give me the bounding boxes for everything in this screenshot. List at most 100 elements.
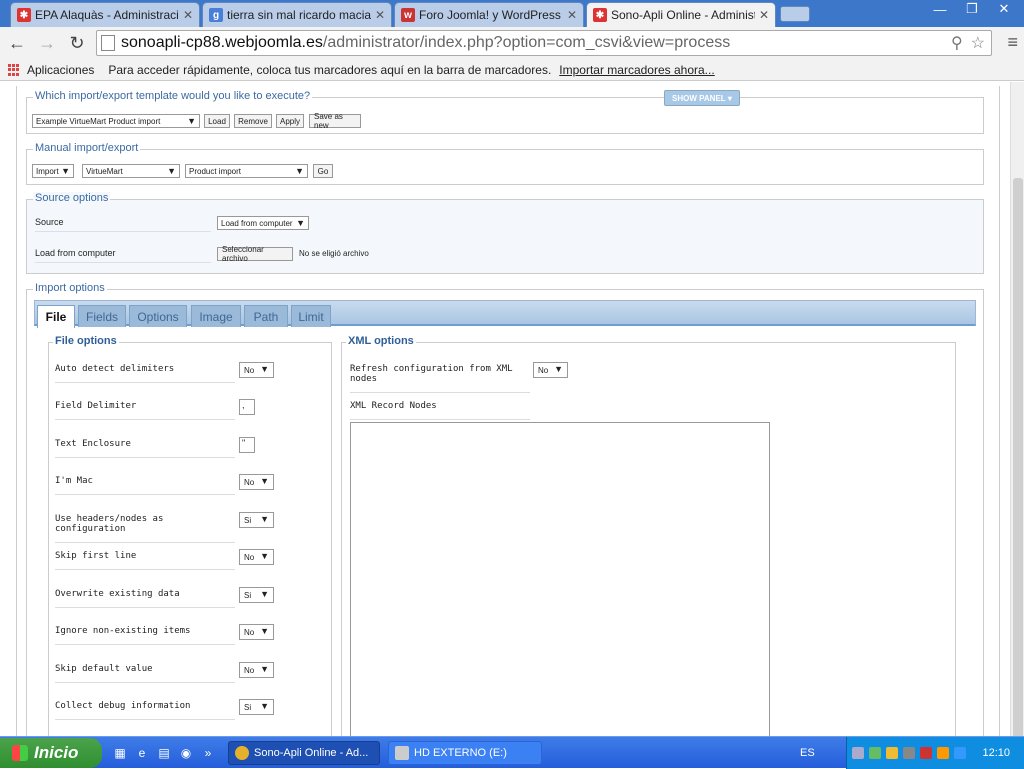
back-icon[interactable]: ← <box>4 31 30 57</box>
forward-icon[interactable]: → <box>34 31 60 57</box>
apply-button[interactable]: Apply <box>276 114 304 128</box>
show-panel-label: SHOW PANEL <box>672 93 726 103</box>
browser-tab-1[interactable]: ✱ EPA Alaquàs - Administración ✕ <box>10 2 200 27</box>
close-icon[interactable]: ✕ <box>567 8 577 22</box>
address-bar[interactable]: sonoapli-cp88.webjoomla.es /administrato… <box>96 30 992 56</box>
select-value: No <box>244 552 255 562</box>
record-nodes-label: XML Record Nodes <box>350 401 530 420</box>
start-button[interactable]: Inicio <box>0 738 102 768</box>
task-label: HD EXTERNO (E:) <box>414 747 507 759</box>
tab-title: Sono-Apli Online - Administra <box>611 8 755 22</box>
new-tab-button[interactable] <box>780 6 810 22</box>
chevron-down-icon: ▼ <box>260 664 269 674</box>
tab-limit[interactable]: Limit <box>291 305 331 327</box>
select-value: No <box>244 477 255 487</box>
menu-icon[interactable]: ≡ <box>1007 32 1018 53</box>
reload-icon[interactable]: ↻ <box>64 31 90 57</box>
ie-icon[interactable]: e <box>134 745 150 761</box>
row-label: Text Enclosure <box>55 439 235 458</box>
shield-icon[interactable] <box>886 747 898 759</box>
search-icon[interactable]: ⚲ <box>951 33 963 53</box>
browser-tab-4[interactable]: ✱ Sono-Apli Online - Administra ✕ <box>586 2 776 27</box>
antivirus-icon[interactable] <box>937 747 949 759</box>
select-value: No <box>244 627 255 637</box>
import-bookmarks-link[interactable]: Importar marcadores ahora... <box>559 63 714 77</box>
browser-tab-3[interactable]: w Foro Joomla! y WordPress :: ✕ <box>394 2 584 27</box>
remove-button[interactable]: Remove <box>234 114 272 128</box>
collect-debug-select[interactable]: Si ▼ <box>239 699 274 715</box>
page-icon <box>101 35 115 51</box>
tab-file[interactable]: File <box>37 305 75 328</box>
scrollbar-thumb[interactable] <box>1013 178 1023 738</box>
chrome-icon <box>235 746 249 760</box>
import-tabs: File Fields Options Image Path Limit <box>34 300 976 328</box>
page-scrollbar[interactable] <box>1010 82 1024 738</box>
joomla-icon: ✱ <box>593 8 607 22</box>
show-panel-button[interactable]: SHOW PANEL ▾ <box>664 90 740 106</box>
language-indicator[interactable]: ES <box>800 747 815 759</box>
joomla-icon: ✱ <box>17 8 31 22</box>
browser-tab-2[interactable]: g tierra sin mal ricardo macian ✕ <box>202 2 392 27</box>
update-icon[interactable] <box>903 747 915 759</box>
bookmarks-bar: Aplicaciones Para acceder rápidamente, c… <box>0 60 1024 81</box>
row-label: Ignore non-existing items <box>55 626 235 645</box>
template-select[interactable]: Example VirtueMart Product import ▼ <box>32 114 200 128</box>
close-window-icon[interactable]: ✕ <box>990 0 1018 18</box>
im-mac-select[interactable]: No ▼ <box>239 474 274 490</box>
close-icon[interactable]: ✕ <box>183 8 193 22</box>
file-options-title: File options <box>53 335 119 347</box>
xml-record-nodes-textarea[interactable] <box>350 422 770 736</box>
auto-detect-delimiters-select[interactable]: No ▼ <box>239 362 274 378</box>
ignore-non-existing-select[interactable]: No ▼ <box>239 624 274 640</box>
window-controls: — ❐ ✕ <box>926 0 1018 18</box>
load-button[interactable]: Load <box>204 114 230 128</box>
tab-image[interactable]: Image <box>191 305 241 327</box>
go-button[interactable]: Go <box>313 164 333 178</box>
row-divider <box>35 231 211 232</box>
close-icon[interactable]: ✕ <box>375 8 385 22</box>
select-value: No <box>244 665 255 675</box>
text-enclosure-input[interactable]: " <box>239 437 255 453</box>
choose-file-button[interactable]: Seleccionar archivo <box>217 245 293 263</box>
chevron-down-icon: ▼ <box>61 166 70 176</box>
chevron-down-icon: ▼ <box>260 626 269 636</box>
source-select[interactable]: Load from computer ▼ <box>217 216 309 230</box>
component-select[interactable]: VirtueMart ▼ <box>82 164 180 178</box>
row-label: I'm Mac <box>55 476 235 495</box>
taskbar-item-chrome[interactable]: Sono-Apli Online - Ad... <box>228 741 380 765</box>
show-desktop-icon[interactable]: ▦ <box>112 745 128 761</box>
tab-path[interactable]: Path <box>244 305 288 327</box>
task-label: Sono-Apli Online - Ad... <box>254 747 369 759</box>
minimize-icon[interactable]: — <box>926 0 954 18</box>
network-icon[interactable] <box>869 747 881 759</box>
operation-select[interactable]: Product import ▼ <box>185 164 308 178</box>
notification-icon[interactable] <box>852 747 864 759</box>
skip-first-line-select[interactable]: No ▼ <box>239 549 274 565</box>
overwrite-existing-select[interactable]: Si ▼ <box>239 587 274 603</box>
volume-icon[interactable] <box>920 747 932 759</box>
tab-options[interactable]: Options <box>129 305 187 327</box>
chrome-icon[interactable]: ◉ <box>178 745 194 761</box>
maximize-icon[interactable]: ❐ <box>958 0 986 18</box>
tab-fields[interactable]: Fields <box>78 305 126 327</box>
explorer-icon[interactable]: ▤ <box>156 745 172 761</box>
messenger-icon[interactable] <box>954 747 966 759</box>
use-headers-select[interactable]: Si ▼ <box>239 512 274 528</box>
page-content: Which import/export template would you l… <box>0 82 1010 736</box>
select-value: Si <box>244 515 252 525</box>
field-delimiter-input[interactable]: , <box>239 399 255 415</box>
quick-launch: ▦ e ▤ ◉ » <box>112 745 216 761</box>
chevron-down-icon: ▼ <box>187 116 196 126</box>
chevron-down-icon: ▼ <box>554 364 563 374</box>
row-divider <box>35 262 211 263</box>
row-label: Use headers/nodes as configuration <box>55 514 235 543</box>
action-select[interactable]: Import ▼ <box>32 164 74 178</box>
save-as-new-button[interactable]: Save as new <box>309 112 361 130</box>
more-icon[interactable]: » <box>200 745 216 761</box>
skip-default-value-select[interactable]: No ▼ <box>239 662 274 678</box>
apps-link[interactable]: Aplicaciones <box>27 63 94 77</box>
star-icon[interactable]: ☆ <box>971 33 985 53</box>
close-icon[interactable]: ✕ <box>759 8 769 22</box>
taskbar-item-hd-externo[interactable]: HD EXTERNO (E:) <box>388 741 542 765</box>
refresh-config-select[interactable]: No ▼ <box>533 362 568 378</box>
